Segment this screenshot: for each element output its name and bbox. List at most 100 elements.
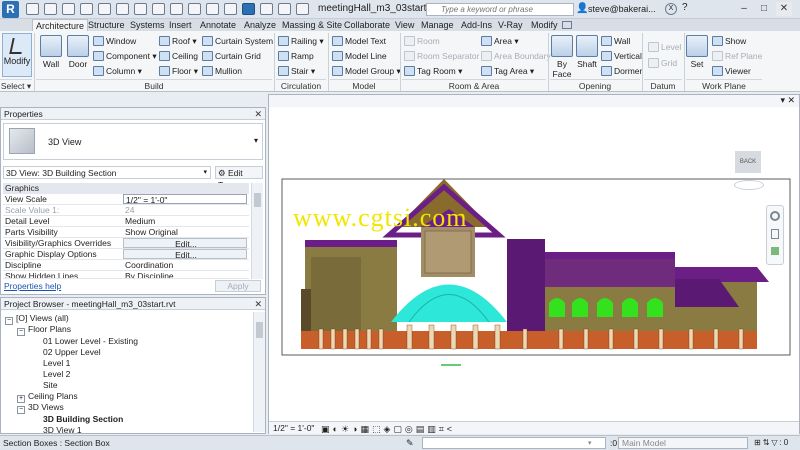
tree-floor-plans[interactable]: − Floor Plans [17, 324, 71, 336]
zoom-extents-icon[interactable] [771, 247, 779, 255]
zoom-icon[interactable] [771, 229, 779, 239]
level-button[interactable]: Level [648, 42, 681, 52]
tree-3d-views[interactable]: −3D Views [17, 402, 64, 414]
viewcube-icon[interactable]: BACK [735, 151, 761, 173]
section-icon[interactable] [224, 3, 237, 15]
tab-modify[interactable]: Modify [528, 19, 561, 31]
graphics-group-header[interactable]: Graphics [3, 183, 249, 194]
print-icon[interactable] [116, 3, 129, 15]
graphic-display-edit-button[interactable]: Edit... [123, 249, 247, 260]
tree-item[interactable]: 3D View 1 [43, 425, 82, 435]
minimize-icon[interactable]: – [736, 2, 752, 16]
tab-v-ray[interactable]: V-Ray [495, 19, 526, 31]
drawing-view[interactable]: ▾ ✕ www.cgtsi.com BACK 1/2" = 1'-0" ▣◐☀◑… [268, 94, 800, 434]
view-close-icon[interactable]: ▾ ✕ [780, 95, 795, 106]
properties-scrollbar[interactable] [251, 183, 263, 279]
search-box[interactable] [426, 3, 574, 16]
wall-button[interactable]: Wall [37, 33, 65, 77]
hidden-lines-value[interactable]: By Discipline [123, 271, 247, 278]
tab-structure[interactable]: Structure [85, 19, 128, 31]
worksharing-icon[interactable]: ✎ [406, 438, 414, 449]
shaft-button[interactable]: Shaft [575, 33, 599, 77]
text-icon[interactable] [188, 3, 201, 15]
user-icon[interactable]: 👤 [576, 3, 588, 14]
tab-systems[interactable]: Systems [127, 19, 168, 31]
panel-select[interactable]: Select ▾ [0, 79, 32, 91]
exchange-icon[interactable]: X [665, 3, 677, 15]
workset-selector[interactable] [422, 437, 606, 449]
view-scale-field[interactable]: 1/2" = 1'-0" [123, 194, 247, 205]
tab-manage[interactable]: Manage [418, 19, 457, 31]
apply-button[interactable]: Apply [215, 280, 261, 292]
measure-icon[interactable] [134, 3, 147, 15]
tree-item[interactable]: 02 Upper Level [43, 347, 101, 357]
model-group-button[interactable]: Model Group ▾ [332, 66, 401, 77]
selection-filter-icons[interactable]: ⊞⇅▽:0 [754, 438, 790, 447]
view-instance-selector[interactable]: 3D View: 3D Building Section ▾ [3, 166, 211, 179]
column-button[interactable]: Column ▾ [93, 66, 142, 77]
tree-item[interactable]: 01 Lower Level - Existing [43, 336, 138, 346]
room-separator-button[interactable]: Room Separator [404, 51, 479, 61]
dimension-icon[interactable] [152, 3, 165, 15]
tag-icon[interactable] [170, 3, 183, 15]
collapse-icon[interactable]: − [5, 317, 13, 325]
close-hidden-icon[interactable] [260, 3, 273, 15]
type-selector[interactable]: 3D View ▾ [3, 123, 263, 160]
properties-help-link[interactable]: Properties help [4, 281, 61, 291]
mullion-button[interactable]: Mullion [202, 66, 242, 76]
tab-analyze[interactable]: Analyze [241, 19, 279, 31]
roof-button[interactable]: Roof ▾ [159, 36, 197, 47]
edit-type-button[interactable]: ⚙ Edit Type [215, 166, 263, 190]
search-input[interactable] [441, 5, 561, 14]
scroll-thumb[interactable] [254, 193, 261, 207]
model-line-button[interactable]: Model Line [332, 51, 387, 61]
tab-architecture[interactable]: Architecture [32, 19, 89, 31]
by-face-button[interactable]: By Face [550, 33, 574, 79]
navigation-bar[interactable] [766, 205, 784, 265]
help-icon[interactable]: ? [682, 2, 688, 13]
thin-lines-icon[interactable] [242, 3, 255, 15]
collapse-icon[interactable]: − [17, 406, 25, 414]
tab-collaborate[interactable]: Collaborate [341, 19, 393, 31]
discipline-value[interactable]: Coordination [123, 260, 247, 270]
vg-overrides-edit-button[interactable]: Edit... [123, 238, 247, 249]
door-button[interactable]: Door [66, 33, 90, 77]
model-text-button[interactable]: Model Text [332, 36, 386, 46]
curtain-grid-button[interactable]: Curtain Grid [202, 51, 261, 61]
railing-button[interactable]: Railing ▾ [278, 36, 324, 47]
steering-wheel-icon[interactable] [770, 211, 780, 221]
tree-item[interactable]: Level 1 [43, 358, 70, 368]
sync-icon[interactable] [62, 3, 75, 15]
chevron-down-icon[interactable]: ▾ [588, 439, 592, 447]
tab-add-ins[interactable]: Add-Ins [458, 19, 495, 31]
wall-opening-button[interactable]: Wall [601, 36, 630, 46]
user-name[interactable]: steve@bakerai... [588, 4, 656, 14]
viewer-button[interactable]: Viewer [712, 66, 751, 76]
switch-windows-icon[interactable] [278, 3, 291, 15]
tree-item[interactable]: Level 2 [43, 369, 70, 379]
open-icon[interactable] [26, 3, 39, 15]
window-button[interactable]: Window [93, 36, 136, 46]
set-button[interactable]: Set [686, 33, 708, 77]
tag-room-button[interactable]: Tag Room ▾ [404, 66, 462, 77]
tab-insert[interactable]: Insert [166, 19, 195, 31]
detail-level-value[interactable]: Medium [123, 216, 247, 226]
tab-view[interactable]: View [392, 19, 417, 31]
ref-plane-button[interactable]: Ref Plane [712, 51, 762, 61]
collapse-icon[interactable]: − [17, 328, 25, 336]
tab-massing-site[interactable]: Massing & Site [279, 19, 345, 31]
show-button[interactable]: Show [712, 36, 746, 46]
modify-button[interactable]: Modify [2, 33, 32, 77]
tree-item-selected[interactable]: 3D Building Section [43, 414, 123, 424]
ribbon-minimize-icon[interactable] [562, 21, 572, 29]
floor-button[interactable]: Floor ▾ [159, 66, 198, 77]
view-control-icons[interactable]: ▣◐☀◑▦⬚◈▢◎▤▥⌗< [321, 423, 455, 435]
component-button[interactable]: Component ▾ [93, 51, 157, 62]
revit-logo-icon[interactable]: R [2, 1, 19, 18]
grid-button[interactable]: Grid [648, 58, 677, 68]
close-icon[interactable]: ✕ [254, 298, 262, 310]
tab-annotate[interactable]: Annotate [197, 19, 239, 31]
area-boundary-button[interactable]: Area Boundary [481, 51, 551, 61]
3d-view-icon[interactable] [206, 3, 219, 15]
redo-icon[interactable] [98, 3, 111, 15]
